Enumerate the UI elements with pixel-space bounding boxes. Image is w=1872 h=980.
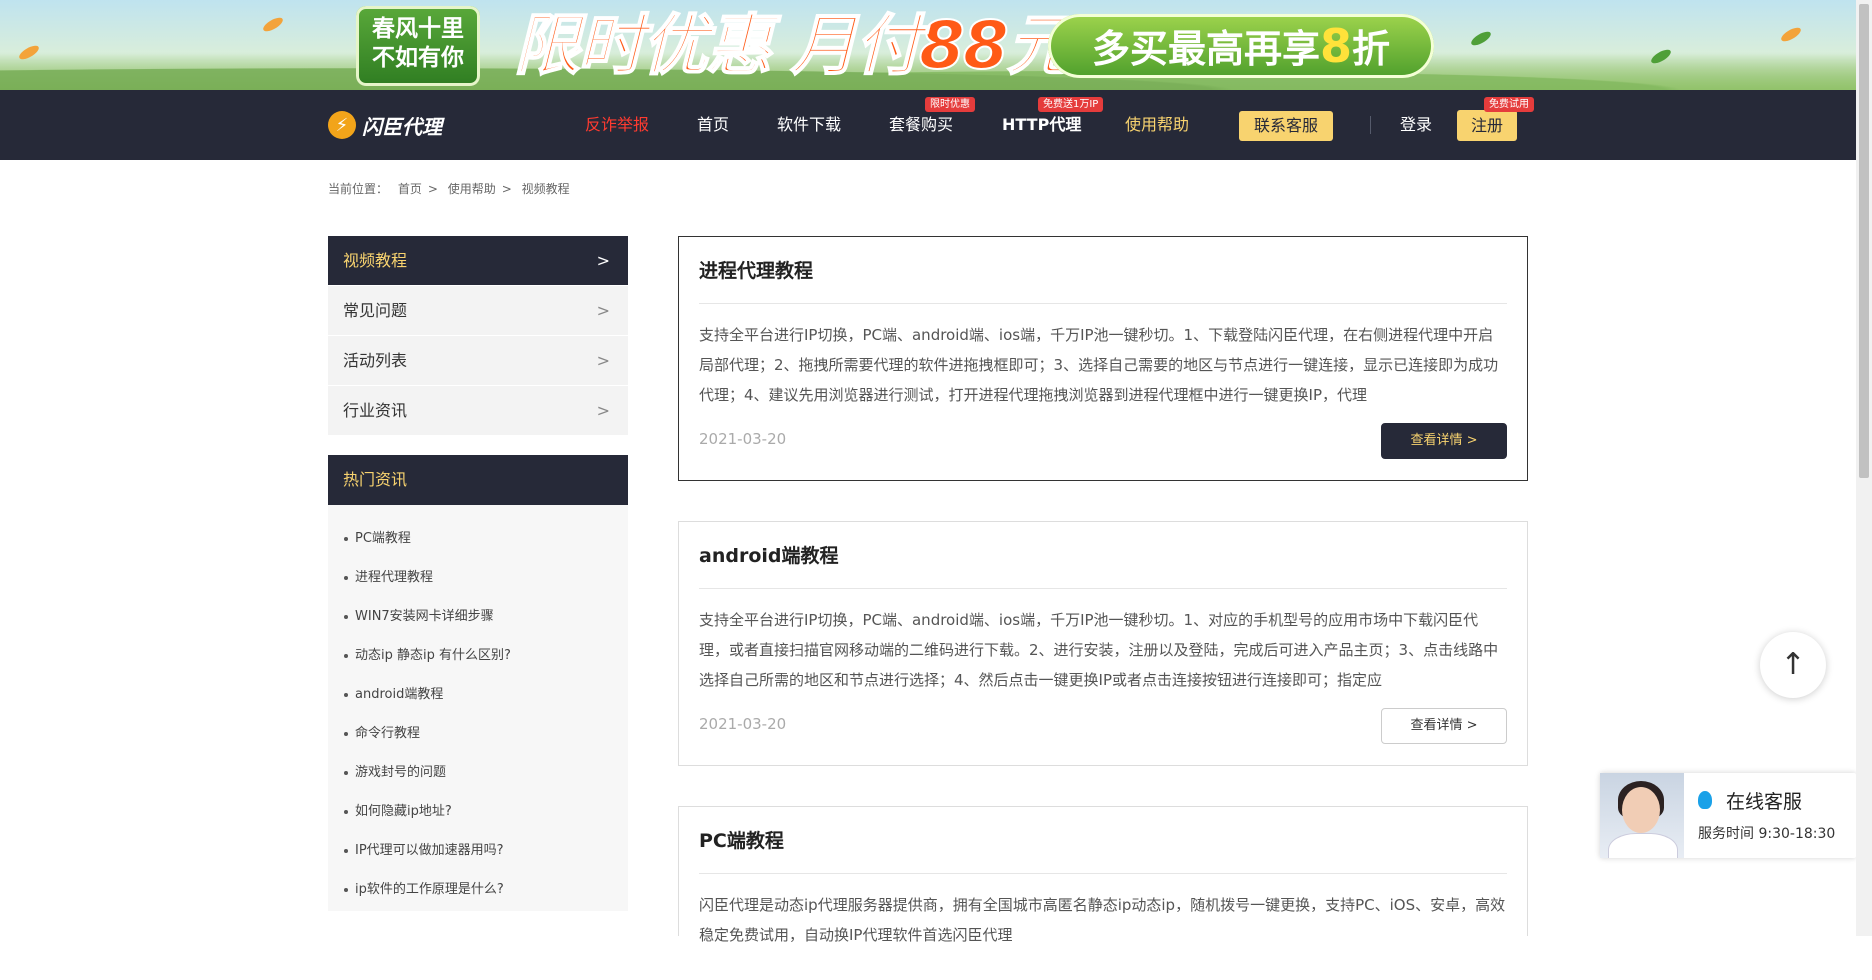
- nav-item-home[interactable]: 首页: [697, 110, 729, 140]
- hot-news-item[interactable]: 如何隐藏ip地址?: [328, 792, 628, 831]
- banner-tag-line: 春风十里: [372, 16, 464, 42]
- hot-news-item[interactable]: WIN7安装网卡详细步骤: [328, 597, 628, 636]
- sidebar-item-activities[interactable]: 活动列表 >: [328, 336, 628, 386]
- hot-news-item[interactable]: 游戏封号的问题: [328, 753, 628, 792]
- promo-banner[interactable]: 春风十里 不如有你 限时优惠 月付88元 多买最高再享8折: [0, 0, 1856, 90]
- nav-item-help[interactable]: 使用帮助: [1125, 110, 1189, 140]
- support-title: 在线客服: [1726, 791, 1803, 813]
- nav-divider: [1370, 116, 1371, 134]
- chevron-right-icon: >: [596, 301, 610, 320]
- banner-promo-side: 多买最高再享8折: [1048, 14, 1434, 78]
- view-details-button[interactable]: 查看详情 >: [1381, 708, 1507, 744]
- promo-side-prefix: 多买最高再享: [1091, 27, 1320, 71]
- sidebar-item-label: 行业资讯: [343, 401, 408, 420]
- sidebar-item-industry-news[interactable]: 行业资讯 >: [328, 386, 628, 436]
- breadcrumb: 当前位置： 首页 > 使用帮助 > 视频教程: [328, 180, 576, 197]
- hot-news-item[interactable]: 命令行教程: [328, 714, 628, 753]
- divider: [699, 588, 1507, 589]
- breadcrumb-help[interactable]: 使用帮助: [448, 182, 496, 196]
- sidebar-item-video-tutorials[interactable]: 视频教程 >: [328, 236, 628, 286]
- article-title[interactable]: PC端教程: [699, 827, 784, 855]
- leaf-decoration: [261, 15, 285, 34]
- hot-news-item[interactable]: IP代理可以做加速器用吗?: [328, 831, 628, 870]
- register-badge: 免费试用: [1484, 97, 1534, 112]
- nav-badge: 限时优惠: [925, 97, 975, 112]
- article-title[interactable]: android端教程: [699, 542, 839, 570]
- hot-news-item[interactable]: ip软件的工作原理是什么?: [328, 870, 628, 909]
- sidebar-menu: 视频教程 > 常见问题 > 活动列表 > 行业资讯 >: [328, 236, 628, 436]
- contact-support-button[interactable]: 联系客服: [1239, 111, 1333, 141]
- article-date: 2021-03-20: [699, 430, 787, 448]
- avatar-face: [1622, 787, 1660, 833]
- nav-item-download[interactable]: 软件下载: [777, 110, 841, 140]
- avatar-body: [1608, 833, 1678, 858]
- hot-news-title: 热门资讯: [328, 455, 628, 505]
- leaf-decoration: [1779, 25, 1803, 44]
- hot-news-item[interactable]: PC端教程: [328, 519, 628, 558]
- divider: [699, 873, 1507, 874]
- login-link[interactable]: 登录: [1400, 110, 1432, 140]
- hot-news-item[interactable]: 进程代理教程: [328, 558, 628, 597]
- banner-tag: 春风十里 不如有你: [356, 6, 480, 86]
- article-excerpt: 支持全平台进行IP切换，PC端、android端、ios端，千万IP池一键秒切。…: [699, 326, 1499, 404]
- breadcrumb-sep: >: [427, 182, 438, 196]
- article-card[interactable]: 进程代理教程 支持全平台进行IP切换，PC端、android端、ios端，千万I…: [678, 236, 1528, 481]
- breadcrumb-current: 视频教程: [521, 182, 570, 196]
- nav-item-packages[interactable]: 套餐购买: [889, 110, 953, 140]
- hot-news-item[interactable]: 动态ip 静态ip 有什么区别?: [328, 636, 628, 675]
- view-details-button[interactable]: 查看详情 >: [1381, 423, 1507, 459]
- hot-news-item[interactable]: android端教程: [328, 675, 628, 714]
- promo-side-number: 8: [1319, 19, 1352, 73]
- article-card[interactable]: PC端教程 闪臣代理是动态ip代理服务器提供商，拥有全国城市高匿名静态ip动态i…: [678, 806, 1528, 944]
- article-title[interactable]: 进程代理教程: [699, 257, 813, 285]
- register-button[interactable]: 注册: [1457, 110, 1517, 141]
- sidebar-item-label: 视频教程: [343, 251, 408, 270]
- site-logo[interactable]: ⚡ 闪臣代理: [328, 110, 442, 140]
- banner-promo-main: 限时优惠 月付88元: [513, 6, 1074, 85]
- qq-icon: [1698, 791, 1712, 809]
- online-support-widget[interactable]: 在线客服 服务时间 9:30-18:30: [1600, 773, 1856, 858]
- hot-news-panel: 热门资讯 PC端教程 进程代理教程 WIN7安装网卡详细步骤 动态ip 静态ip…: [328, 455, 628, 911]
- logo-text: 闪臣代理: [362, 114, 442, 139]
- support-hours: 服务时间 9:30-18:30: [1698, 826, 1836, 842]
- scrollbar[interactable]: [1856, 0, 1872, 936]
- chevron-right-icon: >: [596, 351, 610, 370]
- scrollbar-thumb[interactable]: [1859, 4, 1869, 478]
- nav-badge: 免费送1万IP: [1038, 97, 1104, 112]
- article-date: 2021-03-20: [699, 715, 787, 733]
- avatar: [1600, 773, 1684, 858]
- arrow-up-icon: ↑: [1780, 647, 1806, 682]
- article-excerpt: 支持全平台进行IP切换，PC端、android端、ios端，千万IP池一键秒切。…: [699, 611, 1499, 689]
- sidebar-item-label: 常见问题: [343, 301, 408, 320]
- promo-side-suffix: 折: [1352, 27, 1391, 71]
- leaf-decoration: [1469, 29, 1493, 48]
- sidebar-item-faq[interactable]: 常见问题 >: [328, 286, 628, 336]
- divider: [699, 303, 1507, 304]
- lightning-icon: ⚡: [328, 111, 356, 139]
- hot-news-list: PC端教程 进程代理教程 WIN7安装网卡详细步骤 动态ip 静态ip 有什么区…: [328, 505, 628, 909]
- back-to-top-button[interactable]: ↑: [1760, 632, 1826, 698]
- chevron-right-icon: >: [596, 401, 610, 420]
- banner-tag-line: 不如有你: [372, 45, 464, 71]
- chevron-right-icon: >: [596, 251, 610, 270]
- breadcrumb-sep: >: [501, 182, 512, 196]
- sidebar-item-label: 活动列表: [343, 351, 408, 370]
- article-card[interactable]: android端教程 支持全平台进行IP切换，PC端、android端、ios端…: [678, 521, 1528, 766]
- breadcrumb-home[interactable]: 首页: [398, 182, 422, 196]
- article-excerpt: 闪臣代理是动态ip代理服务器提供商，拥有全国城市高匿名静态ip动态ip，随机拨号…: [699, 896, 1506, 944]
- breadcrumb-prefix: 当前位置：: [328, 182, 389, 196]
- nav-item-http-proxy[interactable]: HTTP代理: [1002, 110, 1081, 140]
- nav-item-fraud-report[interactable]: 反诈举报: [585, 110, 649, 140]
